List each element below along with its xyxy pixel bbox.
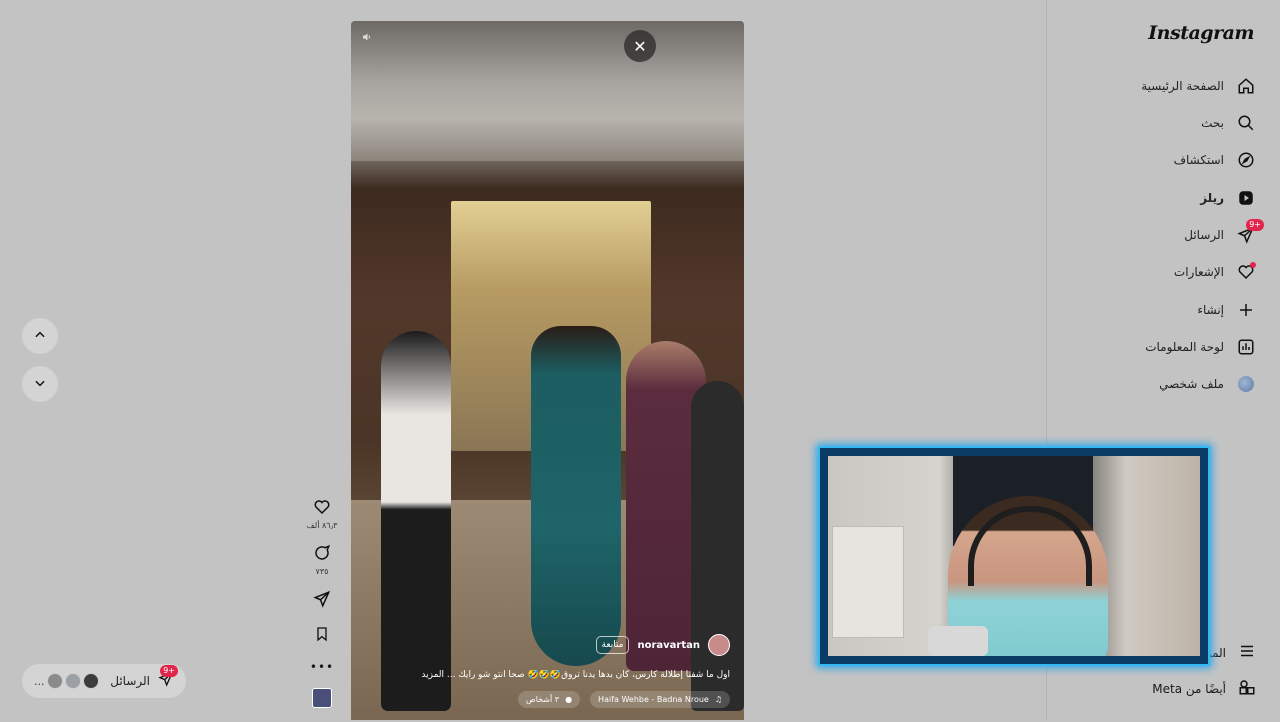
sidebar-item-also-from-meta[interactable]: أيضًا من Meta (1152, 678, 1256, 699)
avatar (64, 673, 81, 689)
sidebar-item-notifications[interactable]: الإشعارات (1174, 258, 1256, 286)
follow-button[interactable]: متابعة (595, 636, 630, 654)
sidebar-item-label: بحث (1201, 116, 1224, 130)
audio-thumbnail[interactable] (312, 688, 332, 708)
cam-cabinet (832, 526, 904, 638)
person-figure (691, 381, 744, 711)
sidebar-item-search[interactable]: بحث (1201, 109, 1256, 137)
messages-icon: +9 (1236, 219, 1264, 245)
messages-pill[interactable]: +9 الرسائل ... (22, 664, 186, 698)
webcam-feed (828, 456, 1200, 656)
sidebar-item-create[interactable]: إنشاء (1197, 296, 1256, 324)
more-options-button[interactable]: ••• (310, 660, 334, 674)
sidebar-item-reels[interactable]: ريلز (1200, 184, 1256, 212)
avatar (46, 673, 63, 689)
likes-count: ٨٦٫٣ ألف (306, 521, 338, 530)
reel-scene-ceiling (351, 21, 744, 161)
comment-icon (313, 544, 331, 566)
speaker-icon[interactable] (359, 29, 375, 45)
avatar[interactable] (708, 634, 730, 656)
username[interactable]: noravartan (637, 640, 700, 651)
reel-author: noravartan متابعة (595, 634, 730, 656)
dashboard-icon (1236, 337, 1256, 357)
audio-cover-icon (312, 688, 332, 708)
tagged-label: ٣ أشخاص (526, 695, 560, 704)
sidebar-item-home[interactable]: الصفحة الرئيسية (1141, 72, 1256, 100)
bookmark-icon (314, 626, 330, 646)
plus-icon (1236, 300, 1256, 320)
sidebar-item-label: لوحة المعلومات (1145, 340, 1224, 354)
previous-reel-button[interactable] (22, 318, 58, 354)
messages-badge: +9 (160, 665, 178, 677)
audio-label: Haifa Wehbe - Badna Nroue (598, 695, 709, 704)
avatar (82, 673, 99, 689)
next-reel-button[interactable] (22, 366, 58, 402)
webcam-overlay (818, 446, 1210, 666)
reel-video[interactable]: ✕ noravartan متابعة اول ما شفنا إطلالة ك… (351, 21, 744, 720)
comment-button[interactable]: ٧٣٥ (313, 544, 331, 576)
person-figure (531, 326, 621, 666)
ellipsis-icon: ••• (309, 660, 335, 674)
menu-icon (1238, 642, 1256, 663)
sidebar-item-label: استكشاف (1173, 153, 1224, 167)
messages-badge: +9 (1246, 219, 1264, 231)
close-icon: ✕ (633, 36, 647, 56)
sidebar-item-explore[interactable]: استكشاف (1174, 146, 1256, 174)
messages-label: الرسائل (110, 674, 150, 688)
sidebar-item-label: الرسائل (1184, 228, 1224, 242)
chevron-down-icon (33, 375, 47, 394)
cam-microphone (928, 626, 988, 656)
person-icon: ● (565, 695, 573, 704)
compass-icon (1236, 150, 1256, 170)
comments-count: ٧٣٥ (315, 567, 329, 576)
share-button[interactable] (313, 590, 331, 612)
message-avatars: ... (34, 673, 99, 689)
search-icon (1236, 113, 1256, 133)
home-icon (1236, 76, 1256, 96)
reel-meta: ♫ Haifa Wehbe - Badna Nroue ● ٣ أشخاص (518, 691, 730, 708)
sidebar-item-profile[interactable]: ملف شخصي (1159, 370, 1256, 398)
notification-dot (1250, 262, 1256, 268)
apps-icon (1238, 678, 1256, 699)
sidebar-item-dashboard[interactable]: لوحة المعلومات (1145, 333, 1256, 361)
heart-icon (1236, 262, 1256, 282)
chevron-up-icon (33, 327, 47, 346)
sidebar-item-label: الإشعارات (1173, 265, 1224, 279)
tagged-people-chip[interactable]: ● ٣ أشخاص (518, 691, 581, 708)
close-button[interactable]: ✕ (624, 30, 656, 62)
sidebar-item-messages[interactable]: +9 الرسائل (1184, 219, 1264, 249)
person-figure (381, 331, 451, 711)
sidebar-item-label: ملف شخصي (1159, 377, 1224, 391)
reel-caption[interactable]: اول ما شفنا إطلالة كارس، كان بدها يدنا ت… (400, 670, 730, 680)
send-icon: +9 (158, 665, 178, 691)
instagram-logo[interactable]: Instagram (1148, 22, 1254, 44)
sidebar-item-label: إنشاء (1197, 303, 1224, 317)
sidebar-item-label: أيضًا من Meta (1152, 681, 1226, 696)
reel-actions: ٨٦٫٣ ألف ٧٣٥ ••• (304, 498, 340, 722)
reels-icon (1236, 188, 1256, 208)
music-note-icon: ♫ (714, 695, 722, 704)
send-icon (313, 590, 331, 612)
avatar-icon (1236, 374, 1256, 394)
sidebar-item-label: الصفحة الرئيسية (1141, 79, 1224, 93)
like-button[interactable]: ٨٦٫٣ ألف (306, 498, 338, 530)
heart-icon (313, 498, 331, 520)
save-button[interactable] (314, 626, 330, 646)
sidebar-item-label: ريلز (1200, 191, 1224, 205)
more-indicator: ... (34, 674, 45, 688)
audio-chip[interactable]: ♫ Haifa Wehbe - Badna Nroue (590, 691, 730, 708)
